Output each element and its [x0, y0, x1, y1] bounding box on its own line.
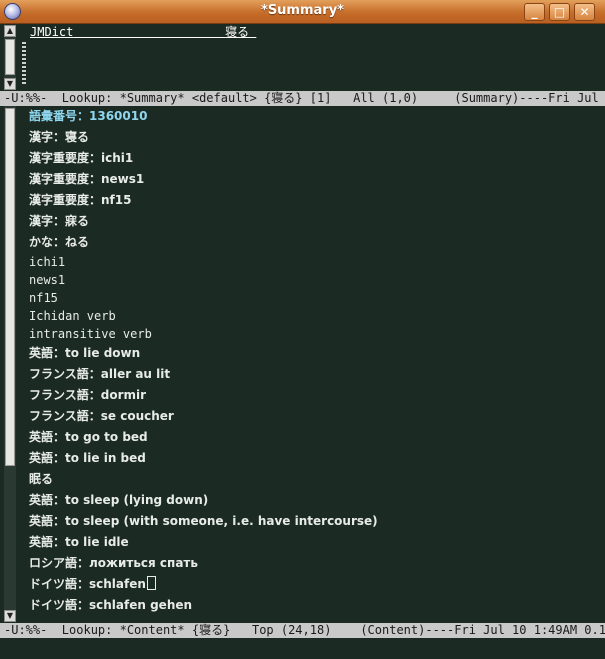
fringe-indicator	[22, 42, 26, 86]
summary-spacer	[73, 25, 225, 39]
entry-line: 漢字：寐る	[29, 211, 601, 232]
entry-line-text: 英語：to lie idle	[29, 535, 129, 549]
entry-line-text: 英語：to lie in bed	[29, 451, 146, 465]
content-scroll-down-arrow-icon[interactable]: ▼	[4, 610, 16, 622]
entry-line: news1	[29, 271, 601, 289]
entry-line: 英語：to lie down	[29, 343, 601, 364]
entry-line: ロシア語：ложиться спать	[29, 553, 601, 574]
entry-line-text: フランス語：se coucher	[29, 409, 174, 423]
entry-line-text: nf15	[29, 291, 58, 305]
summary-mode-line: -U:%%- Lookup: *Summary* <default> {寝る} …	[0, 91, 605, 106]
entry-line: intransitive verb	[29, 325, 601, 343]
summary-entry-line[interactable]: JMDict 寝る	[30, 24, 256, 41]
entry-line-text: Ichidan verb	[29, 309, 116, 323]
summary-headword: 寝る	[225, 25, 250, 39]
entry-line: 英語：to lie in bed	[29, 448, 601, 469]
entry-line: 英語：to sleep (with someone, i.e. have int…	[29, 511, 601, 532]
entry-line: 語彙番号：1360010	[29, 106, 601, 127]
content-buffer[interactable]: 語彙番号：1360010 漢字：寝る漢字重要度：ichi1 漢字重要度：news1 漢…	[29, 106, 601, 616]
window-title: *Summary*	[261, 3, 344, 18]
entry-line-text: フランス語：aller au lit	[29, 367, 171, 381]
entry-line: かな：ねる	[29, 232, 601, 253]
close-button[interactable]: ✕	[574, 3, 595, 21]
dict-name: JMDict	[30, 25, 74, 39]
scroll-down-arrow-icon[interactable]: ▼	[4, 78, 16, 90]
scroll-up-arrow-icon[interactable]: ▲	[4, 25, 16, 37]
entry-line-text: news1	[29, 273, 66, 287]
entry-line: 眠る	[29, 469, 601, 490]
title-bar[interactable]: *Summary* _ □ ✕	[0, 0, 605, 24]
entry-line-text: 英語：to sleep (lying down)	[29, 493, 209, 507]
entry-line: 漢字重要度：nf15	[29, 190, 601, 211]
entry-line: 漢字重要度：news1	[29, 169, 601, 190]
entry-line-text: 漢字重要度：ichi1	[29, 151, 134, 165]
entry-line-text: フランス語：dormir	[29, 388, 147, 402]
entry-line-text: ichi1	[29, 255, 66, 269]
entry-line-text: ロシア語：ложиться спать	[29, 556, 198, 570]
entry-line: ichi1	[29, 253, 601, 271]
entry-line-text: intransitive verb	[29, 327, 152, 341]
entry-line-text: 語彙番号：1360010	[29, 109, 148, 123]
entry-line-text: 英語：to lie down	[29, 346, 141, 360]
entry-line-text: かな：ねる	[29, 235, 90, 249]
entry-line-text: 英語：to go to bed	[29, 430, 148, 444]
entry-line-text: ドイツ語：schlafen gehen	[29, 598, 193, 612]
entry-line: 英語：to sleep (lying down)	[29, 490, 601, 511]
entry-line-text: 漢字：寝る	[29, 130, 90, 144]
entry-line: ドイツ語：schlafen gehen	[29, 595, 601, 616]
entry-line-text: 漢字重要度：news1	[29, 172, 145, 186]
entry-line: ドイツ語：schlafen	[29, 574, 601, 595]
entry-line: フランス語：dormir	[29, 385, 601, 406]
summary-spacer-end	[249, 25, 256, 39]
entry-line: フランス語：se coucher	[29, 406, 601, 427]
text-cursor	[146, 576, 156, 590]
minimize-button[interactable]: _	[524, 3, 545, 21]
content-mode-line: -U:%%- Lookup: *Content* {寝る} Top (24,18…	[0, 623, 605, 638]
entry-line-text: ドイツ語：schlafen	[29, 577, 146, 591]
entry-line-text: 漢字重要度：nf15	[29, 193, 132, 207]
entry-line: 漢字：寝る	[29, 127, 601, 148]
entry-line: 英語：to lie idle	[29, 532, 601, 553]
entry-line: Ichidan verb	[29, 307, 601, 325]
entry-line: 英語：to go to bed	[29, 427, 601, 448]
content-scrollbar-thumb[interactable]	[5, 108, 15, 466]
summary-scrollbar-thumb[interactable]	[5, 39, 15, 75]
entry-line: 漢字重要度：ichi1	[29, 148, 601, 169]
maximize-button[interactable]: □	[549, 3, 570, 21]
entry-line: nf15	[29, 289, 601, 307]
entry-line-text: 眠る	[29, 472, 54, 486]
entry-line-text: 漢字：寐る	[29, 214, 90, 228]
minibuffer[interactable]	[0, 638, 605, 659]
entry-line-text: 英語：to sleep (with someone, i.e. have int…	[29, 514, 378, 528]
entry-line: フランス語：aller au lit	[29, 364, 601, 385]
